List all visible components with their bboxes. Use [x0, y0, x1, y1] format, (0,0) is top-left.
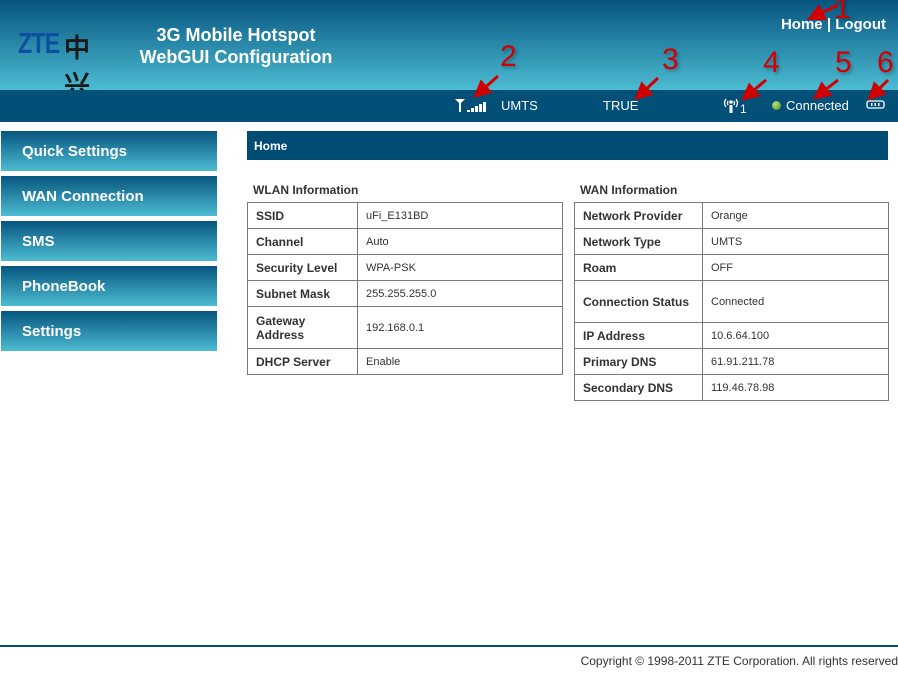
row-value: 10.6.64.100 [702, 322, 889, 349]
table-row: Network Provider Orange [574, 202, 889, 229]
breadcrumb: Home [247, 131, 888, 160]
wlan-section-title: WLAN Information [253, 183, 359, 197]
row-label: Security Level [247, 254, 358, 281]
row-value: 192.168.0.1 [357, 306, 563, 349]
row-label: Connection Status [574, 280, 703, 323]
table-row: Channel Auto [247, 228, 563, 255]
row-label: Channel [247, 228, 358, 255]
table-row: Primary DNS 61.91.211.78 [574, 348, 889, 375]
row-value: 119.46.78.98 [702, 374, 889, 401]
annotation-5: 5 [835, 46, 852, 79]
row-value: OFF [702, 254, 889, 281]
table-row: Connection Status Connected [574, 280, 889, 323]
table-row: SSID uFi_E131BD [247, 202, 563, 229]
annotation-arrow-2 [473, 74, 499, 98]
sidebar-item-sms[interactable]: SMS [1, 221, 217, 261]
row-value: WPA-PSK [357, 254, 563, 281]
row-label: Primary DNS [574, 348, 703, 375]
sidebar-item-settings[interactable]: Settings [1, 311, 217, 351]
table-row: Security Level WPA-PSK [247, 254, 563, 281]
row-label: Network Type [574, 228, 703, 255]
annotation-arrow-3 [634, 76, 660, 101]
row-value: 61.91.211.78 [702, 348, 889, 375]
row-label: DHCP Server [247, 348, 358, 375]
row-value: 255.255.255.0 [357, 280, 563, 307]
annotation-6: 6 [877, 46, 894, 79]
annotation-arrow-5 [812, 78, 839, 100]
annotation-arrow-4 [741, 78, 767, 101]
row-label: Network Provider [574, 202, 703, 229]
table-row: Roam OFF [574, 254, 889, 281]
annotation-arrow-6 [867, 78, 890, 101]
row-label: Roam [574, 254, 703, 281]
row-value: Orange [702, 202, 889, 229]
annotation-3: 3 [662, 43, 679, 76]
table-row: IP Address 10.6.64.100 [574, 322, 889, 349]
row-label: SSID [247, 202, 358, 229]
annotation-1: 1 [834, 0, 851, 25]
copyright: Copyright © 1998-2011 ZTE Corporation. A… [580, 654, 898, 668]
footer-divider [0, 645, 898, 647]
table-row: Secondary DNS 119.46.78.98 [574, 374, 889, 401]
row-value: UMTS [702, 228, 889, 255]
sidebar-item-phonebook[interactable]: PhoneBook [1, 266, 217, 306]
row-label: Secondary DNS [574, 374, 703, 401]
annotation-4: 4 [763, 46, 780, 79]
wan-info-table: Network Provider Orange Network Type UMTS Ro… [574, 202, 889, 401]
annotation-2: 2 [500, 40, 517, 73]
table-row: Gateway Address 192.168.0.1 [247, 306, 563, 349]
row-value: uFi_E131BD [357, 202, 563, 229]
sidebar-item-quick-settings[interactable]: Quick Settings [1, 131, 217, 171]
row-value: Connected [702, 280, 889, 323]
wan-section-title: WAN Information [580, 183, 678, 197]
row-value: Enable [357, 348, 563, 375]
table-row: Subnet Mask 255.255.255.0 [247, 280, 563, 307]
table-row: DHCP Server Enable [247, 348, 563, 375]
wlan-info-table: SSID uFi_E131BD Channel Auto Security Level W… [247, 202, 563, 375]
row-label: Gateway Address [247, 306, 358, 349]
table-row: Network Type UMTS [574, 228, 889, 255]
row-value: Auto [357, 228, 563, 255]
row-label: Subnet Mask [247, 280, 358, 307]
row-label: IP Address [574, 322, 703, 349]
sidebar-item-wan-connection[interactable]: WAN Connection [1, 176, 217, 216]
